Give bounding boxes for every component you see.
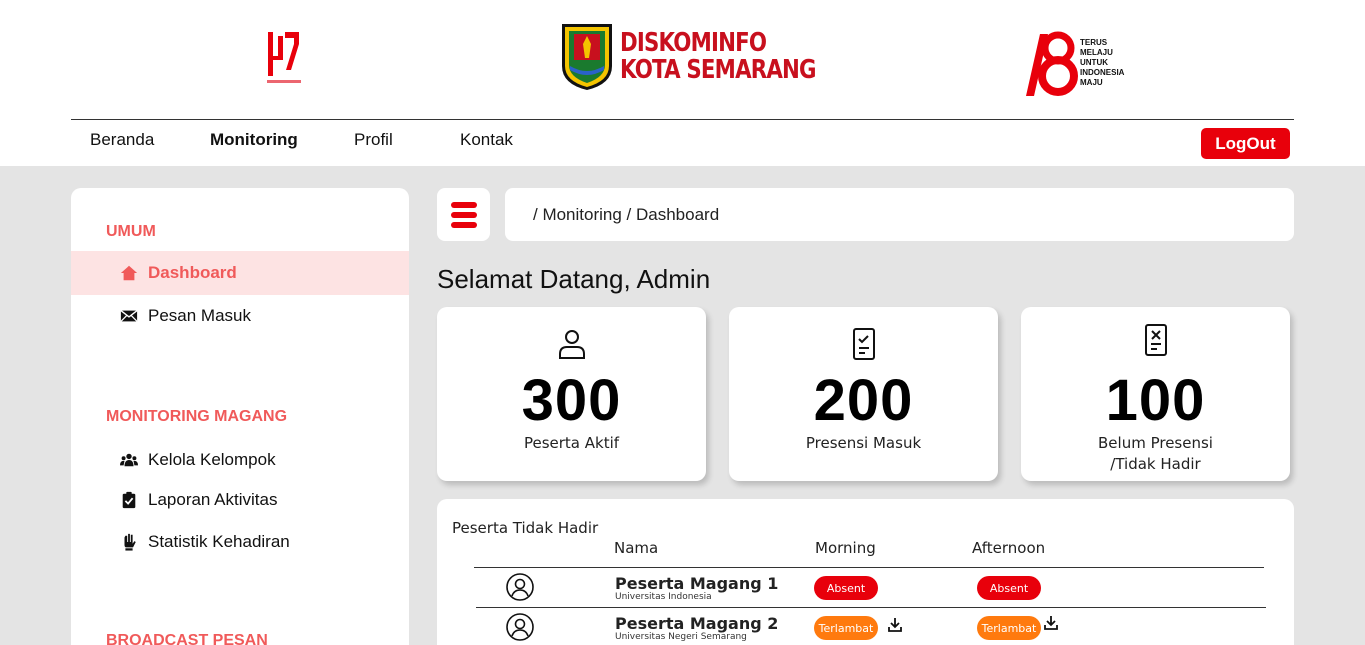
absent-participants-panel: Peserta Tidak Hadir Nama Morning Afterno… bbox=[437, 499, 1294, 645]
section-title-monitoring-magang: MONITORING MAGANG bbox=[106, 408, 288, 425]
nav-kontak[interactable]: Kontak bbox=[460, 130, 513, 150]
download-icon[interactable] bbox=[1043, 615, 1059, 631]
header: DISKOMINFO KOTA SEMARANG TERUS MELAJU UN… bbox=[0, 0, 1365, 166]
participant-university: Universitas Indonesia bbox=[615, 592, 712, 602]
hamburger-icon bbox=[450, 201, 477, 208]
avatar-icon bbox=[505, 572, 535, 602]
sidebar-item-label: Laporan Aktivitas bbox=[148, 490, 278, 509]
number-78-icon bbox=[1016, 31, 1078, 96]
sidebar: UMUM Dashboard Pesan Masuk MONITORING MA… bbox=[71, 188, 409, 645]
nav-beranda[interactable]: Beranda bbox=[90, 130, 154, 150]
participant-name: Peserta Magang 2 bbox=[615, 614, 779, 633]
sidebar-item-label: Statistik Kehadiran bbox=[148, 532, 290, 551]
clipboard-check-icon bbox=[119, 490, 139, 510]
sidebar-item-pesan-masuk[interactable]: Pesan Masuk bbox=[71, 294, 409, 338]
hand-icon bbox=[119, 532, 139, 552]
panel-title: Peserta Tidak Hadir bbox=[452, 519, 599, 537]
sidebar-item-label: Dashboard bbox=[148, 263, 237, 282]
column-header-afternoon: Afternoon bbox=[972, 539, 1046, 557]
stat-card-presensi-masuk: 200 Presensi Masuk bbox=[729, 307, 998, 481]
document-x-icon bbox=[1021, 323, 1290, 357]
home-icon bbox=[119, 263, 139, 283]
user-icon bbox=[437, 327, 706, 361]
participant-university: Universitas Negeri Semarang bbox=[615, 632, 747, 642]
left-logo bbox=[265, 30, 301, 86]
stat-label: Belum Presensi /Tidak Hadir bbox=[1098, 434, 1213, 473]
sidebar-item-kelola-kelompok[interactable]: Kelola Kelompok bbox=[71, 438, 409, 482]
column-header-morning: Morning bbox=[815, 539, 876, 557]
semarang-crest-icon bbox=[562, 24, 612, 90]
brand-line-2: KOTA SEMARANG bbox=[620, 55, 817, 85]
brand-line-1: DISKOMINFO bbox=[620, 28, 767, 58]
left-logo-icon bbox=[268, 32, 299, 76]
stat-card-belum-presensi: 100 Belum Presensi /Tidak Hadir bbox=[1021, 307, 1290, 481]
stat-value: 300 bbox=[521, 368, 622, 433]
morning-status-badge: Terlambat bbox=[814, 616, 878, 640]
sidebar-item-laporan-aktivitas[interactable]: Laporan Aktivitas bbox=[71, 478, 409, 522]
afternoon-status-badge: Absent bbox=[977, 576, 1041, 600]
sidebar-item-dashboard[interactable]: Dashboard bbox=[71, 251, 409, 295]
page-title: Selamat Datang, Admin bbox=[437, 264, 711, 294]
column-header-nama: Nama bbox=[614, 539, 659, 557]
table-row: Peserta Magang 1 Universitas Indonesia A… bbox=[437, 568, 1294, 608]
nav-profil[interactable]: Profil bbox=[354, 130, 393, 150]
logout-button[interactable]: LogOut bbox=[1201, 128, 1290, 159]
avatar-icon bbox=[505, 612, 535, 642]
diskominfo-logo: DISKOMINFO KOTA SEMARANG bbox=[560, 22, 859, 92]
stat-card-peserta-aktif: 300 Peserta Aktif bbox=[437, 307, 706, 481]
breadcrumb: / Monitoring / Dashboard bbox=[505, 188, 1294, 241]
morning-status-badge: Absent bbox=[814, 576, 878, 600]
stat-label: Peserta Aktif bbox=[523, 434, 620, 452]
table-row: Peserta Magang 2 Universitas Negeri Sema… bbox=[437, 608, 1294, 645]
menu-toggle-button[interactable] bbox=[437, 188, 490, 241]
afternoon-status-badge: Terlambat bbox=[977, 616, 1041, 640]
stat-label: Presensi Masuk bbox=[805, 434, 922, 452]
document-check-icon bbox=[729, 327, 998, 361]
participant-name: Peserta Magang 1 bbox=[615, 574, 779, 593]
hut-ri-78-logo: TERUS MELAJU UNTUK INDONESIA MAJU bbox=[1014, 26, 1124, 100]
slogan: TERUS MELAJU UNTUK INDONESIA MAJU bbox=[1080, 38, 1125, 87]
envelope-icon bbox=[119, 306, 139, 326]
nav-monitoring[interactable]: Monitoring bbox=[210, 130, 298, 150]
stat-value: 200 bbox=[813, 368, 914, 433]
stat-value: 100 bbox=[1105, 368, 1206, 433]
sidebar-item-label: Kelola Kelompok bbox=[148, 450, 276, 469]
users-icon bbox=[119, 450, 139, 470]
section-title-umum: UMUM bbox=[106, 223, 156, 240]
sidebar-item-statistik-kehadiran[interactable]: Statistik Kehadiran bbox=[71, 520, 409, 564]
section-title-broadcast-pesan: BROADCAST PESAN bbox=[106, 632, 268, 645]
sidebar-item-label: Pesan Masuk bbox=[148, 306, 251, 325]
download-icon[interactable] bbox=[887, 617, 903, 633]
nav-divider bbox=[71, 119, 1294, 120]
